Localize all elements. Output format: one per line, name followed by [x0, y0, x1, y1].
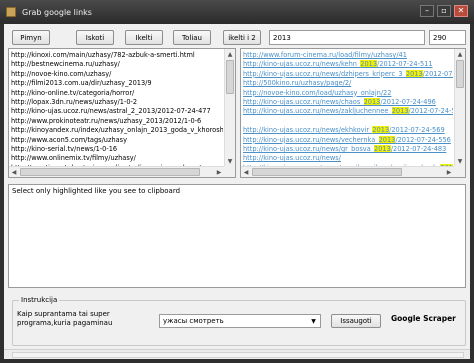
link-text: http://kino-ujas.ucoz.ru/news/chaos_: [243, 97, 364, 106]
list-item[interactable]: http://kinoyandex.ru/index/uzhasy_onlajn…: [11, 126, 223, 135]
scroll-right-icon[interactable]: ▶: [444, 167, 454, 177]
combo-value: ужасы смотреть: [163, 317, 224, 325]
left-list-rows: http://kinoxi.com/main/uzhasy/782-azbuk-…: [11, 51, 223, 177]
scroll-left-icon[interactable]: ◀: [9, 167, 19, 177]
list-item[interactable]: http://www.onlinemix.tv/filmy/uzhasy/: [11, 154, 223, 163]
list-item[interactable]: http://bestnewcinema.ru/uzhasy/: [11, 60, 223, 69]
highlighted-text: 2013: [360, 60, 378, 69]
highlighted-text: 2013: [378, 135, 396, 144]
link-text: http://kino-ujas.ucoz.ru/news/dzhipers_k…: [243, 69, 406, 78]
list-item[interactable]: http://kino-ujas.ucoz.ru/news/gr_bosva_2…: [243, 144, 453, 154]
list-item[interactable]: http://lopax.3dn.ru/news/uzhasy/1-0-2: [11, 98, 223, 107]
scroll-thumb[interactable]: [252, 168, 402, 176]
list-item[interactable]: http://kino-ujas.ucoz.ru/news/astral_2_2…: [11, 107, 223, 116]
list-item[interactable]: http://novoe-kino.com/load/uzhasy_onlajn…: [243, 89, 453, 98]
scroll-thumb[interactable]: [20, 168, 200, 176]
list-item[interactable]: http://kino-ujas.ucoz.ru/news/: [243, 154, 453, 163]
window-controls: – ▫ ✕: [420, 5, 468, 17]
highlighted-text: 2013: [391, 107, 409, 116]
scroll-down-icon[interactable]: ▼: [455, 156, 465, 166]
brand-label: Google Scraper: [391, 314, 456, 323]
scroll-up-icon[interactable]: ▲: [455, 49, 465, 59]
link-text: http://500kino.ru/uzhasy/page/2/: [243, 79, 352, 88]
group-title: Instrukcija: [19, 296, 60, 304]
ikelti-i-2-button[interactable]: ikelti i 2: [223, 30, 261, 45]
right-list-rows: http://www.forum-cinema.ru/load/filmy/uz…: [243, 51, 453, 177]
app-window: Grab google links – ▫ ✕ Pimyn Iskoti Ike…: [0, 0, 474, 363]
link-text: /2012-07-24-496: [380, 97, 436, 106]
list-item[interactable]: http://kino-online.tv/categoria/horror/: [11, 89, 223, 98]
issaugoti-button[interactable]: Issaugoti: [331, 314, 381, 328]
scroll-left-icon[interactable]: ◀: [241, 167, 251, 177]
list-item[interactable]: http://500kino.ru/uzhasy/page/2/: [243, 79, 453, 88]
minimize-button[interactable]: –: [420, 5, 434, 17]
list-item[interactable]: http://www.forum-cinema.ru/load/filmy/uz…: [243, 51, 453, 60]
scroll-corner: [224, 166, 235, 177]
link-text: /2012-07-24-483: [390, 144, 447, 153]
list-item[interactable]: http://kino-ujas.ucoz.ru/news/dzhipers_k…: [243, 69, 453, 79]
highlighted-text: 2013: [372, 126, 390, 135]
scroll-corner: [454, 166, 465, 177]
window-title: Grab google links: [22, 7, 92, 17]
link-text: http://novoe-kino.com/load/uzhasy_onlajn…: [243, 88, 392, 97]
list-item[interactable]: http://filmi2013.com.ua/dir/uzhasy_2013/…: [11, 79, 223, 88]
client-area: Pimyn Iskoti Ikelti Toliau ikelti i 2 20…: [4, 24, 470, 359]
scroll-thumb[interactable]: [226, 60, 234, 94]
chevron-down-icon[interactable]: ▼: [307, 315, 320, 327]
list-item[interactable]: http://www.prokinoteatr.ru/news/uzhasy_2…: [11, 117, 223, 126]
link-text: http://kino-ujas.ucoz.ru/news/vechernka_: [243, 135, 379, 144]
list-item[interactable]: [243, 117, 453, 126]
link-text: http://kino-ujas.ucoz.ru/news/gr_bosva_: [243, 144, 375, 153]
list-item[interactable]: http://kino-serial.tv/news/1-0-16: [11, 145, 223, 154]
list-item[interactable]: http://kino-ujas.ucoz.ru/news/kehn_2013/…: [243, 60, 453, 69]
close-button[interactable]: ✕: [454, 5, 468, 17]
list-item[interactable]: http://www.acon5.com/tags/uzhasy: [11, 136, 223, 145]
left-vertical-scrollbar[interactable]: ▲ ▼: [224, 49, 235, 166]
scroll-up-icon[interactable]: ▲: [225, 49, 235, 59]
list-item[interactable]: http://novoe-kino.com/uzhasy/: [11, 70, 223, 79]
link-text: /2012-07-2: [422, 69, 453, 78]
link-text: /2012-07-24-569: [389, 126, 445, 135]
left-horizontal-scrollbar[interactable]: ◀ ▶: [9, 166, 224, 177]
link-text: http://kino-ujas.ucoz.ru/news/kehn_: [243, 60, 361, 69]
status-field: [12, 352, 464, 358]
list-item[interactable]: http://kino-ujas.ucoz.ru/news/ekhkovir_2…: [243, 126, 453, 135]
left-links-list[interactable]: http://kinoxi.com/main/uzhasy/782-azbuk-…: [8, 48, 236, 178]
iskoti-button[interactable]: Iskoti: [76, 30, 114, 45]
list-item[interactable]: http://kino-ujas.ucoz.ru/news/zakljuchen…: [243, 107, 453, 116]
list-item[interactable]: http://kino-ujas.ucoz.ru/news/chaos_2013…: [243, 97, 453, 107]
scroll-down-icon[interactable]: ▼: [225, 156, 235, 166]
link-text: http://kino-ujas.ucoz.ru/news/: [243, 154, 341, 163]
scroll-thumb[interactable]: [456, 60, 464, 88]
link-text: /2012-07-24-5: [408, 107, 453, 116]
toliau-button[interactable]: Toliau: [173, 30, 211, 45]
list-item[interactable]: http://kino-ujas.ucoz.ru/news/vechernka_…: [243, 135, 453, 145]
list-item[interactable]: http://kinoxi.com/main/uzhasy/782-azbuk-…: [11, 51, 223, 60]
group-label: Kaip suprantama tai super programa,kuria…: [17, 310, 113, 327]
clipboard-textarea[interactable]: Select only highlighted like you see to …: [8, 184, 466, 288]
right-links-list[interactable]: http://www.forum-cinema.ru/load/filmy/uz…: [240, 48, 466, 178]
right-vertical-scrollbar[interactable]: ▲ ▼: [454, 49, 465, 166]
maximize-button[interactable]: ▫: [437, 5, 451, 17]
ikelti-button[interactable]: Ikelti: [125, 30, 163, 45]
highlighted-text: 2013: [405, 69, 423, 78]
scroll-right-icon[interactable]: ▶: [214, 167, 224, 177]
highlighted-text: 2013: [363, 97, 381, 106]
app-icon: [6, 7, 16, 17]
link-text: /2012-07-24-556: [395, 135, 451, 144]
title-bar[interactable]: Grab google links – ▫ ✕: [0, 0, 474, 24]
right-horizontal-scrollbar[interactable]: ◀ ▶: [241, 166, 454, 177]
instructions-group: Instrukcija Kaip suprantama tai super pr…: [12, 296, 466, 346]
status-bar: [4, 349, 470, 359]
link-text: http://kino-ujas.ucoz.ru/news/ekhkovir_: [243, 126, 373, 135]
search-query-input[interactable]: 2013: [269, 30, 425, 45]
highlighted-text: 2013: [374, 144, 391, 153]
link-text: http://kino-ujas.ucoz.ru/news/zakljuchen…: [243, 107, 392, 116]
link-text: /2012-07-24-511: [377, 60, 433, 69]
pimyn-button[interactable]: Pimyn: [12, 30, 50, 45]
link-text: http://www.forum-cinema.ru/load/filmy/uz…: [243, 51, 407, 59]
keyword-combo[interactable]: ужасы смотреть ▼: [159, 314, 321, 328]
result-count-input[interactable]: 290: [429, 30, 466, 45]
